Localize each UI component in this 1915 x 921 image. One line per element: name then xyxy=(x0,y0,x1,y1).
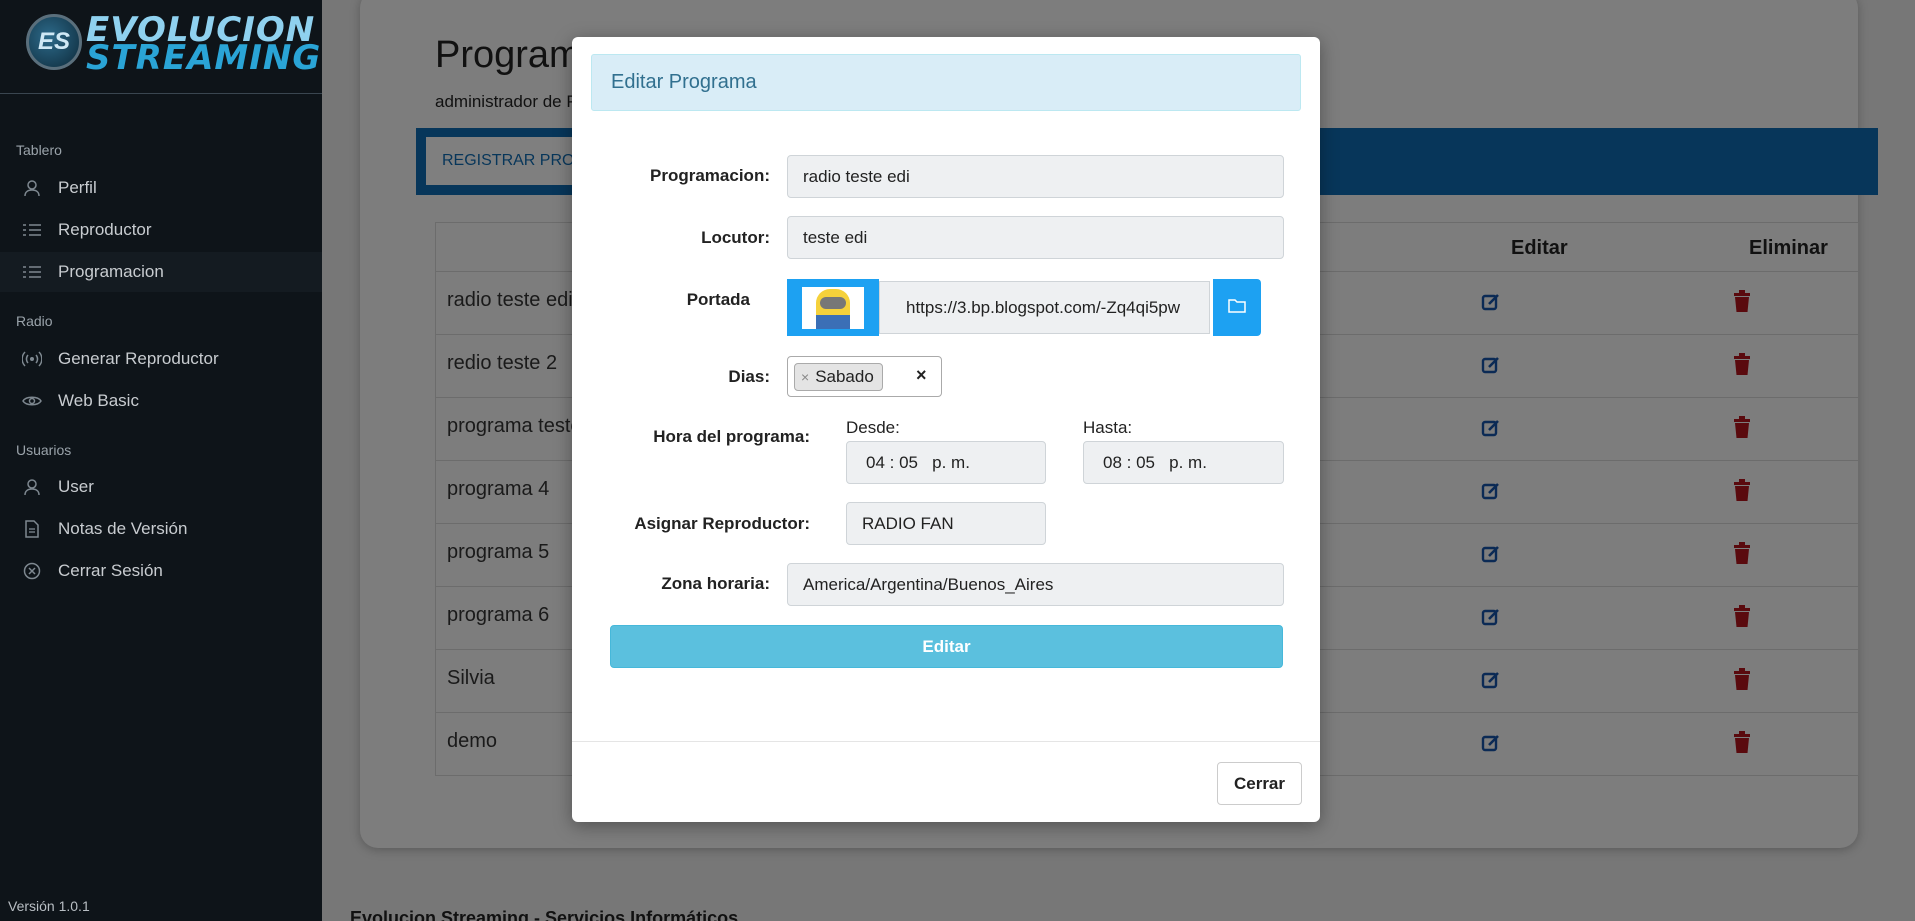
program-name: radio teste edi xyxy=(447,289,573,311)
sidebar-item-label: Notas de Versión xyxy=(58,519,188,538)
modal-title: Editar Programa xyxy=(591,54,1301,111)
hasta-time-input[interactable]: 08 : 05 p. m. xyxy=(1083,441,1284,484)
folder-icon xyxy=(1228,298,1246,318)
edit-icon[interactable] xyxy=(1481,607,1503,629)
dias-select[interactable]: × Sabado × xyxy=(787,356,942,397)
version-text: Versión 1.0.1 xyxy=(8,898,90,914)
sidebar-item-label: Perfil xyxy=(58,178,97,197)
cerrar-button[interactable]: Cerrar xyxy=(1217,762,1302,805)
footer-text: Evolucion Streaming - Servicios Informát… xyxy=(350,908,739,921)
trash-icon[interactable] xyxy=(1733,542,1751,570)
locutor-input[interactable]: teste edi xyxy=(787,216,1284,259)
desde-time-input[interactable]: 04 : 05 p. m. xyxy=(846,441,1046,484)
edit-icon[interactable] xyxy=(1481,544,1503,566)
sidebar-item-label: Programacion xyxy=(58,262,164,281)
trash-icon[interactable] xyxy=(1733,353,1751,381)
edit-icon[interactable] xyxy=(1481,292,1503,314)
list-icon xyxy=(20,220,44,240)
zona-horaria-select[interactable]: America/Argentina/Buenos_Aires xyxy=(787,563,1284,606)
hora-label: Hora del programa: xyxy=(653,427,810,446)
edit-icon[interactable] xyxy=(1481,733,1503,755)
modal-divider xyxy=(572,741,1320,742)
sidebar-item-label: Generar Reproductor xyxy=(58,349,219,368)
sidebar-item-user[interactable]: User xyxy=(0,467,322,507)
header-delete: Eliminar xyxy=(1749,237,1828,259)
portada-url-input[interactable]: https://3.bp.blogspot.com/-Zq4qi5pw xyxy=(879,281,1210,334)
program-name: demo xyxy=(447,730,498,752)
programacion-label: Programacion: xyxy=(650,166,770,185)
sidebar-item-generar-reproductor[interactable]: Generar Reproductor xyxy=(0,339,322,379)
close-circle-icon xyxy=(20,561,44,581)
editar-submit-button[interactable]: Editar xyxy=(610,625,1283,668)
desde-label: Desde: xyxy=(846,418,900,437)
trash-icon[interactable] xyxy=(1733,290,1751,318)
program-name: programa 5 xyxy=(447,541,550,563)
logo-line2: STREAMING xyxy=(86,38,322,78)
section-usuarios: Usuarios xyxy=(16,442,72,458)
section-radio: Radio xyxy=(16,313,53,329)
program-name: programa 6 xyxy=(447,604,550,626)
sidebar-item-label: Web Basic xyxy=(58,391,139,410)
tag-remove-icon[interactable]: × xyxy=(801,369,809,385)
edit-icon[interactable] xyxy=(1481,481,1503,503)
program-name: redio teste 2 xyxy=(447,352,558,374)
program-name: programa 4 xyxy=(447,478,550,500)
dias-tag: × Sabado xyxy=(794,363,883,391)
document-icon xyxy=(20,519,44,539)
list-icon xyxy=(20,262,44,282)
section-tablero: Tablero xyxy=(16,142,62,158)
sidebar-item-notas-de-version[interactable]: Notas de Versión xyxy=(0,509,322,549)
user-icon xyxy=(20,477,44,497)
reproductor-select[interactable]: RADIO FAN xyxy=(846,502,1046,545)
logo: ES EVOLUCION STREAMING xyxy=(0,0,322,94)
sidebar-item-label: Cerrar Sesión xyxy=(58,561,163,580)
sidebar-item-label: User xyxy=(58,477,94,496)
sidebar-item-cerrar-sesion[interactable]: Cerrar Sesión xyxy=(0,551,322,591)
dias-label: Dias: xyxy=(728,367,770,386)
trash-icon[interactable] xyxy=(1733,731,1751,759)
program-name: Silvia xyxy=(447,667,495,689)
locutor-label: Locutor: xyxy=(701,228,770,247)
programacion-input[interactable]: radio teste edi xyxy=(787,155,1284,198)
user-icon xyxy=(20,178,44,198)
broadcast-icon xyxy=(20,349,44,369)
portada-label: Portada xyxy=(686,290,750,309)
header-edit: Editar xyxy=(1511,237,1568,259)
sidebar-item-web-basic[interactable]: Web Basic xyxy=(0,381,322,421)
eye-icon xyxy=(20,391,44,411)
trash-icon[interactable] xyxy=(1733,416,1751,444)
dias-tag-label: Sabado xyxy=(815,367,874,386)
portada-field: https://3.bp.blogspot.com/-Zq4qi5pw xyxy=(787,279,1212,336)
browse-folder-button[interactable] xyxy=(1213,279,1261,336)
sidebar-item-reproductor[interactable]: Reproductor xyxy=(0,210,322,250)
trash-icon[interactable] xyxy=(1733,479,1751,507)
edit-program-modal: Editar Programa Programacion: radio test… xyxy=(572,37,1320,822)
clear-selection-icon[interactable]: × xyxy=(916,365,927,386)
logo-text: EVOLUCION STREAMING xyxy=(86,13,322,78)
hasta-label: Hasta: xyxy=(1083,418,1133,437)
reproductor-label: Asignar Reproductor: xyxy=(634,514,810,533)
trash-icon[interactable] xyxy=(1733,605,1751,633)
zona-label: Zona horaria: xyxy=(661,574,770,593)
edit-icon[interactable] xyxy=(1481,355,1503,377)
minion-image xyxy=(802,286,864,329)
sidebar-item-label: Reproductor xyxy=(58,220,152,239)
cover-thumbnail[interactable] xyxy=(787,279,879,336)
sidebar-item-perfil[interactable]: Perfil xyxy=(0,168,322,208)
edit-icon[interactable] xyxy=(1481,418,1503,440)
sidebar: ES EVOLUCION STREAMING Tablero Perfil Re… xyxy=(0,0,322,921)
edit-icon[interactable] xyxy=(1481,670,1503,692)
trash-icon[interactable] xyxy=(1733,668,1751,696)
logo-badge: ES xyxy=(26,14,82,70)
sidebar-item-programacion[interactable]: Programacion xyxy=(0,252,322,292)
